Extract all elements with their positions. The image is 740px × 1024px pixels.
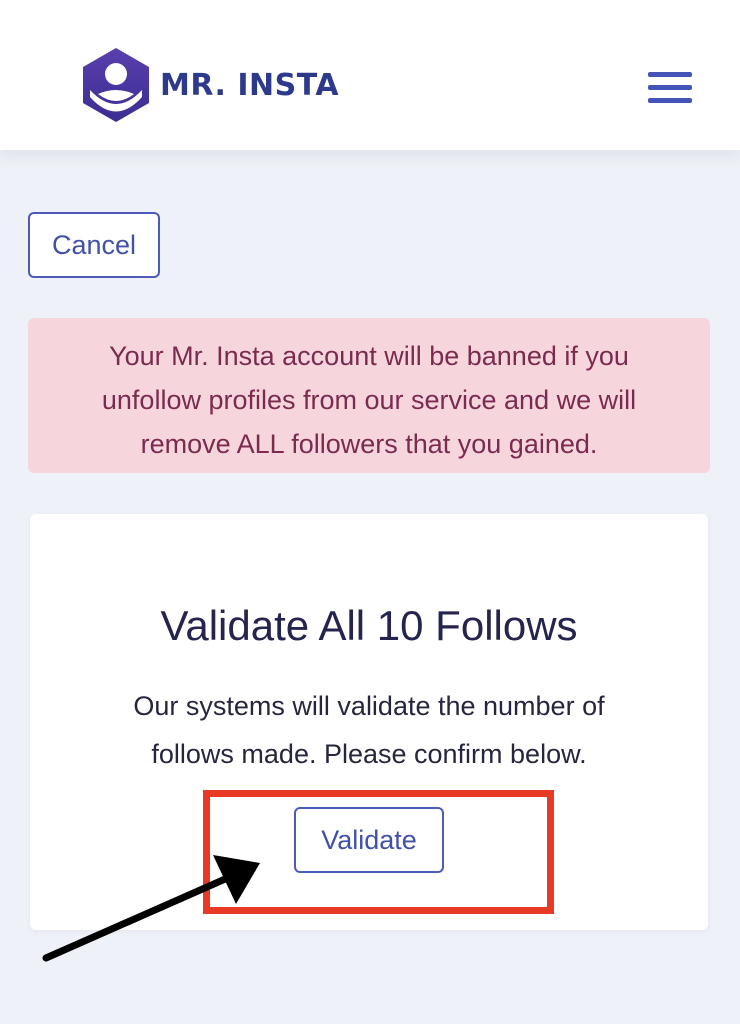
user-hexagon-logo-icon — [83, 48, 149, 122]
validate-button[interactable]: Validate — [294, 807, 444, 873]
card-title: Validate All 10 Follows — [160, 602, 578, 649]
brand-logo[interactable]: MR. INSTA — [80, 46, 339, 124]
card-description: Our systems will validate the number of … — [133, 691, 605, 769]
brand-name: MR. INSTA — [160, 67, 340, 103]
cancel-button[interactable]: Cancel — [28, 212, 160, 278]
validate-card: Validate All 10 Follows Our systems will… — [30, 514, 708, 930]
ban-warning-alert: Your Mr. Insta account will be banned if… — [28, 318, 710, 473]
site-header: MR. INSTA — [0, 0, 740, 150]
hamburger-menu-icon[interactable] — [648, 70, 692, 106]
